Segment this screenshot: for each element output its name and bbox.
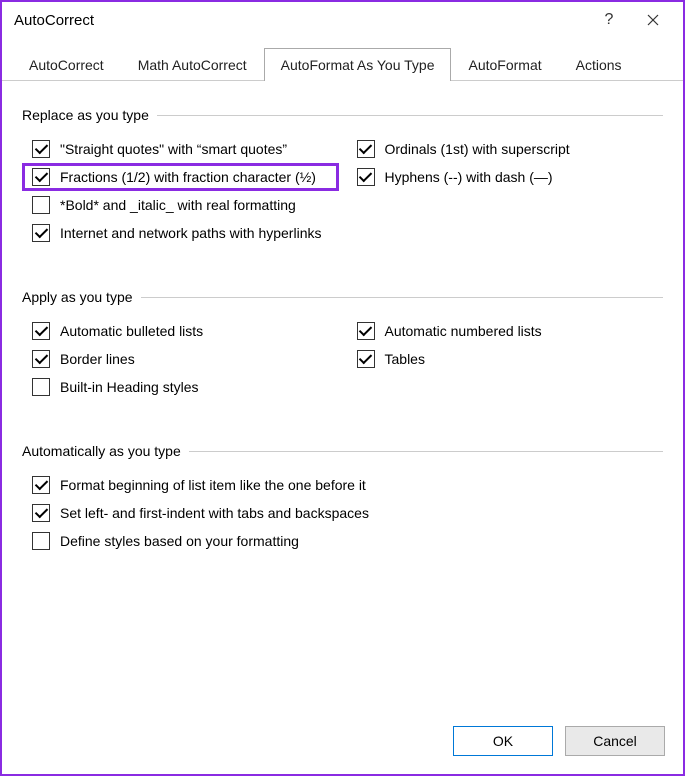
dialog-content: Replace as you type "Straight quotes" wi… xyxy=(2,81,683,710)
checkbox-set-indent[interactable] xyxy=(32,504,50,522)
label-ordinals: Ordinals (1st) with superscript xyxy=(385,141,570,157)
tab-strip: AutoCorrect Math AutoCorrect AutoFormat … xyxy=(2,38,683,81)
tab-math-autocorrect[interactable]: Math AutoCorrect xyxy=(121,48,264,81)
label-set-indent: Set left- and first-indent with tabs and… xyxy=(60,505,369,521)
label-fractions: Fractions (1/2) with fraction character … xyxy=(60,169,316,185)
option-ordinals[interactable]: Ordinals (1st) with superscript xyxy=(347,135,664,163)
checkbox-hyperlinks[interactable] xyxy=(32,224,50,242)
option-bold-italic[interactable]: *Bold* and _italic_ with real formatting xyxy=(22,191,663,219)
label-straight-quotes: "Straight quotes" with “smart quotes” xyxy=(60,141,287,157)
label-headings: Built-in Heading styles xyxy=(60,379,199,395)
option-format-beginning[interactable]: Format beginning of list item like the o… xyxy=(22,471,663,499)
checkbox-numbered[interactable] xyxy=(357,322,375,340)
tab-autocorrect[interactable]: AutoCorrect xyxy=(12,48,121,81)
checkbox-hyphens[interactable] xyxy=(357,168,375,186)
group-apply-as-you-type: Apply as you type Automatic bulleted lis… xyxy=(22,289,663,401)
option-hyphens[interactable]: Hyphens (--) with dash (—) xyxy=(347,163,664,191)
group-title-apply: Apply as you type xyxy=(22,289,133,305)
checkbox-define-styles[interactable] xyxy=(32,532,50,550)
tab-autoformat-as-you-type[interactable]: AutoFormat As You Type xyxy=(264,48,452,81)
option-set-indent[interactable]: Set left- and first-indent with tabs and… xyxy=(22,499,663,527)
close-icon xyxy=(647,14,659,26)
window-title: AutoCorrect xyxy=(14,12,94,29)
label-define-styles: Define styles based on your formatting xyxy=(60,533,299,549)
option-bulleted-lists[interactable]: Automatic bulleted lists xyxy=(22,317,339,345)
option-fractions[interactable]: Fractions (1/2) with fraction character … xyxy=(22,163,339,191)
checkbox-ordinals[interactable] xyxy=(357,140,375,158)
checkbox-tables[interactable] xyxy=(357,350,375,368)
checkbox-fractions[interactable] xyxy=(32,168,50,186)
cancel-button[interactable]: Cancel xyxy=(565,726,665,756)
option-hyperlinks[interactable]: Internet and network paths with hyperlin… xyxy=(22,219,663,247)
ok-button[interactable]: OK xyxy=(453,726,553,756)
autocorrect-dialog: AutoCorrect ? AutoCorrect Math AutoCorre… xyxy=(0,0,685,776)
label-format-begin: Format beginning of list item like the o… xyxy=(60,477,366,493)
tab-actions[interactable]: Actions xyxy=(559,48,639,81)
option-border-lines[interactable]: Border lines xyxy=(22,345,339,373)
option-tables[interactable]: Tables xyxy=(347,345,664,373)
help-button[interactable]: ? xyxy=(587,4,631,36)
tab-autoformat[interactable]: AutoFormat xyxy=(451,48,558,81)
group-title-auto: Automatically as you type xyxy=(22,443,181,459)
label-bulleted: Automatic bulleted lists xyxy=(60,323,203,339)
checkbox-straight-quotes[interactable] xyxy=(32,140,50,158)
checkbox-headings[interactable] xyxy=(32,378,50,396)
group-title-replace: Replace as you type xyxy=(22,107,149,123)
label-hyperlinks: Internet and network paths with hyperlin… xyxy=(60,225,321,241)
option-straight-quotes[interactable]: "Straight quotes" with “smart quotes” xyxy=(22,135,339,163)
option-heading-styles[interactable]: Built-in Heading styles xyxy=(22,373,663,401)
dialog-footer: OK Cancel xyxy=(2,710,683,774)
label-bold-italic: *Bold* and _italic_ with real formatting xyxy=(60,197,296,213)
option-define-styles[interactable]: Define styles based on your formatting xyxy=(22,527,663,555)
label-hyphens: Hyphens (--) with dash (—) xyxy=(385,169,553,185)
checkbox-format-begin[interactable] xyxy=(32,476,50,494)
label-borders: Border lines xyxy=(60,351,135,367)
checkbox-bulleted[interactable] xyxy=(32,322,50,340)
checkbox-borders[interactable] xyxy=(32,350,50,368)
label-tables: Tables xyxy=(385,351,425,367)
group-replace-as-you-type: Replace as you type "Straight quotes" wi… xyxy=(22,107,663,247)
close-button[interactable] xyxy=(631,4,675,36)
titlebar: AutoCorrect ? xyxy=(2,2,683,38)
option-numbered-lists[interactable]: Automatic numbered lists xyxy=(347,317,664,345)
group-automatically-as-you-type: Automatically as you type Format beginni… xyxy=(22,443,663,555)
checkbox-bold-italic[interactable] xyxy=(32,196,50,214)
label-numbered: Automatic numbered lists xyxy=(385,323,542,339)
